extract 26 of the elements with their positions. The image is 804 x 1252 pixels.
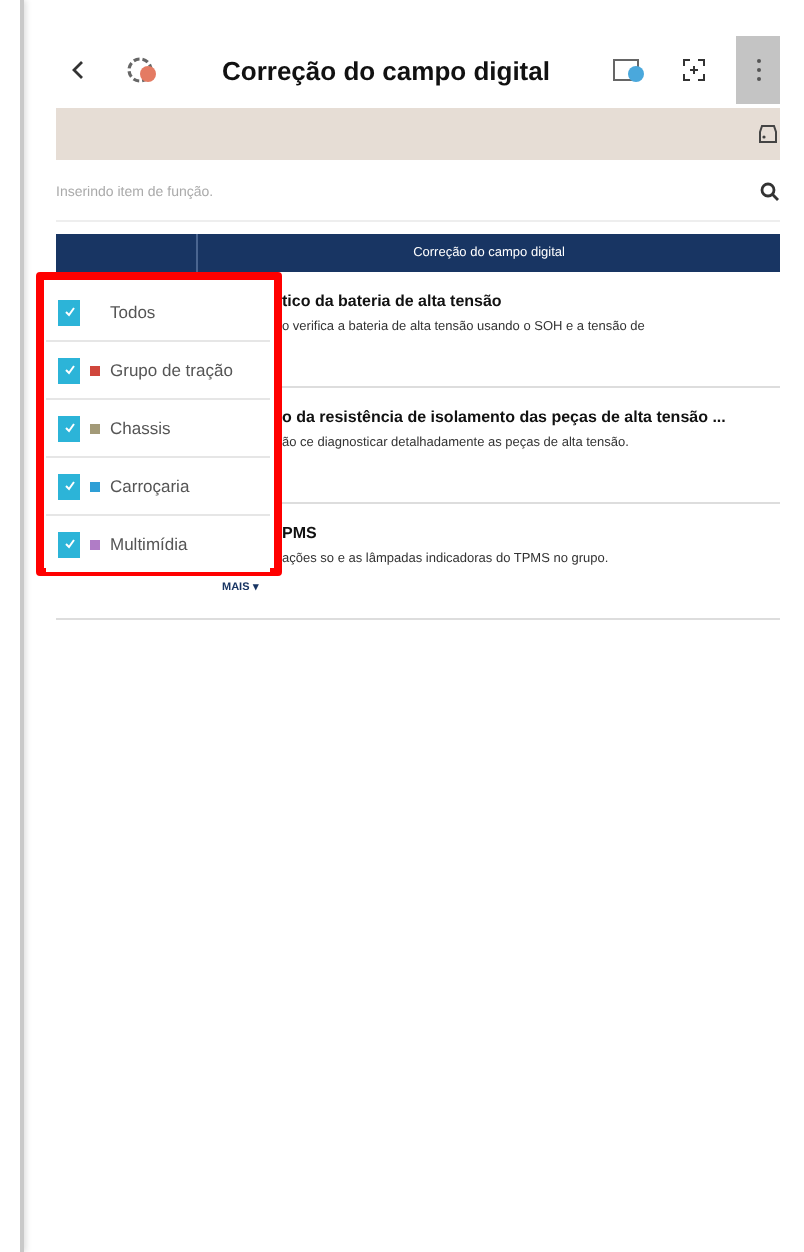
checkbox[interactable] (58, 415, 80, 441)
function-title: tico da bateria de alta tensão (282, 292, 504, 310)
filter-label: Chassis (110, 418, 171, 438)
checkbox[interactable] (58, 531, 80, 557)
filter-item[interactable]: Todos (46, 284, 270, 342)
function-title: PMS (282, 524, 319, 542)
filter-item[interactable]: Chassis (46, 400, 270, 458)
tick-icon (63, 364, 75, 376)
page-title: Correção do campo digital (220, 55, 552, 85)
function-title: o da resistência de isolamento das peças de alta tensão ... (282, 408, 728, 426)
tick-icon (63, 480, 75, 492)
tick-icon (63, 422, 75, 434)
filter-label: Grupo de tração (110, 360, 233, 380)
filter-label: Multimídia (110, 534, 188, 554)
checkbox[interactable] (58, 473, 80, 499)
filter-item[interactable]: Grupo de tração (46, 342, 270, 400)
checkbox[interactable] (58, 357, 80, 383)
search-icon[interactable] (760, 182, 780, 202)
more-icon (755, 58, 761, 82)
checkbox[interactable] (58, 299, 80, 325)
filter-label: Todos (110, 302, 156, 322)
filter-label: Carroçaria (110, 476, 190, 496)
tick-icon (63, 306, 75, 318)
tick-icon (63, 538, 75, 550)
filter-item[interactable]: Carroçaria (46, 458, 270, 516)
car-icon[interactable] (756, 122, 780, 146)
